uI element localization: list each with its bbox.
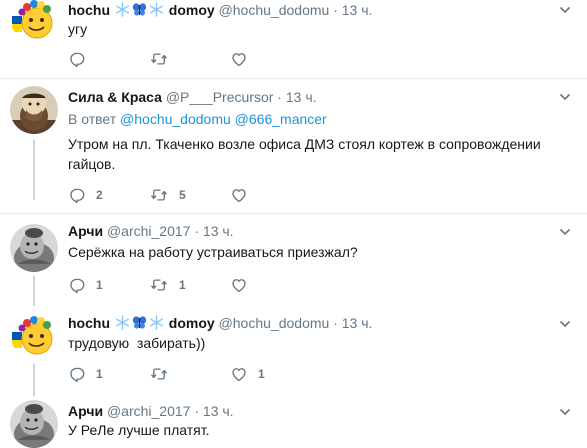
tweet-text: У РеЛе лучше платят. [68,422,210,438]
avatar[interactable] [10,310,58,358]
chevron-down-icon[interactable] [559,226,571,238]
display-name[interactable]: Арчи [68,223,103,239]
timestamp[interactable]: 13 ч. [203,223,234,239]
butterfly-emoji [132,2,147,17]
separator-dot: · [194,403,200,419]
like-button[interactable] [230,49,258,69]
chevron-down-icon[interactable] [559,4,571,16]
avatar[interactable] [10,400,58,448]
tweet-text: Утром на пл. Ткаченко возле офиса ДМЗ ст… [68,136,541,172]
like-button[interactable] [230,185,258,205]
chevron-down-icon[interactable] [559,318,571,330]
mention-link[interactable]: @hochu_dodomu [120,111,231,127]
heart-icon [230,50,248,68]
retweet-button[interactable] [149,49,179,69]
heart-icon [230,186,248,204]
retweet-icon [149,276,169,294]
tweet[interactable]: Арчи @archi_2017 · 13 ч. Серёжка на рабо… [0,214,587,304]
retweet-count: 1 [179,278,186,292]
retweet-icon [149,186,169,204]
separator-dot: · [277,89,282,105]
retweet-count: 5 [179,188,186,202]
mention-link[interactable]: @666_mancer [235,111,327,127]
tweet-text: трудовую забирать)) [68,335,206,351]
timestamp[interactable]: 13 ч. [342,2,373,18]
separator-dot: · [333,2,338,18]
heart-icon [230,365,248,383]
display-name[interactable]: Сила & Краса [68,89,162,105]
avatar[interactable] [10,0,58,42]
display-name[interactable]: hochu [68,2,110,18]
separator-dot: · [194,223,200,239]
tweet-text: Серёжка на работу устраиваться приезжал? [68,244,358,260]
avatar[interactable] [10,224,58,272]
user-handle[interactable]: @hochu_dodomu [219,315,330,331]
retweet-button[interactable]: 5 [149,185,186,205]
reply-count: 1 [96,367,103,381]
timestamp[interactable]: 13 ч. [342,315,373,331]
user-handle[interactable]: @P___Precursor [166,89,274,105]
chevron-down-icon[interactable] [559,91,571,103]
tweet-text: угу [68,21,88,37]
reply-count: 1 [96,278,103,292]
chevron-down-icon[interactable] [559,406,571,418]
tweet-header: hochu domoy @hochu_dodomu · 13 ч. [68,314,372,332]
display-name[interactable]: domoy [169,2,215,18]
tweet[interactable]: Арчи @archi_2017 · 13 ч. У РеЛе лучше пл… [0,396,587,447]
like-count: 1 [258,367,265,381]
tweet[interactable]: hochu domoy @hochu_dodomu · 13 ч. угу [0,0,587,80]
retweet-button[interactable]: 1 [149,275,186,295]
like-button[interactable] [230,275,258,295]
reply-button[interactable] [68,49,96,69]
separator-dot: · [333,315,338,331]
reply-icon [68,186,86,204]
display-name[interactable]: domoy [169,315,215,331]
display-name[interactable]: hochu [68,315,110,331]
avatar[interactable] [10,86,58,134]
snowflake-emoji [149,2,164,17]
retweet-button[interactable] [149,364,179,384]
butterfly-emoji [132,315,147,330]
timestamp[interactable]: 13 ч. [286,89,317,105]
tweet-header: Сила & Краса @P___Precursor · 13 ч. [68,88,317,106]
like-button[interactable]: 1 [230,364,265,384]
tweet[interactable]: Сила & Краса @P___Precursor · 13 ч. В от… [0,79,587,215]
tweet-header: hochu domoy @hochu_dodomu · 13 ч. [68,1,372,19]
snowflake-emoji [115,2,130,17]
reply-button[interactable]: 2 [68,185,103,205]
snowflake-emoji [149,315,164,330]
reply-button[interactable]: 1 [68,364,103,384]
tweet-header: Арчи @archi_2017 · 13 ч. [68,402,234,420]
reply-count: 2 [96,188,103,202]
user-handle[interactable]: @archi_2017 [107,403,191,419]
retweet-icon [149,50,169,68]
reply-prefix: В ответ [68,111,117,127]
tweet[interactable]: hochu domoy @hochu_dodomu · 13 ч. трудов… [0,306,587,396]
reply-icon [68,50,86,68]
heart-icon [230,276,248,294]
tweet-header: Арчи @archi_2017 · 13 ч. [68,222,234,240]
reply-icon [68,276,86,294]
timestamp[interactable]: 13 ч. [203,403,234,419]
retweet-icon [149,365,169,383]
reply-icon [68,365,86,383]
reply-context: В ответ @hochu_dodomu @666_mancer [68,110,327,128]
user-handle[interactable]: @archi_2017 [107,223,191,239]
reply-button[interactable]: 1 [68,275,103,295]
snowflake-emoji [115,315,130,330]
user-handle[interactable]: @hochu_dodomu [219,2,330,18]
display-name[interactable]: Арчи [68,403,103,419]
